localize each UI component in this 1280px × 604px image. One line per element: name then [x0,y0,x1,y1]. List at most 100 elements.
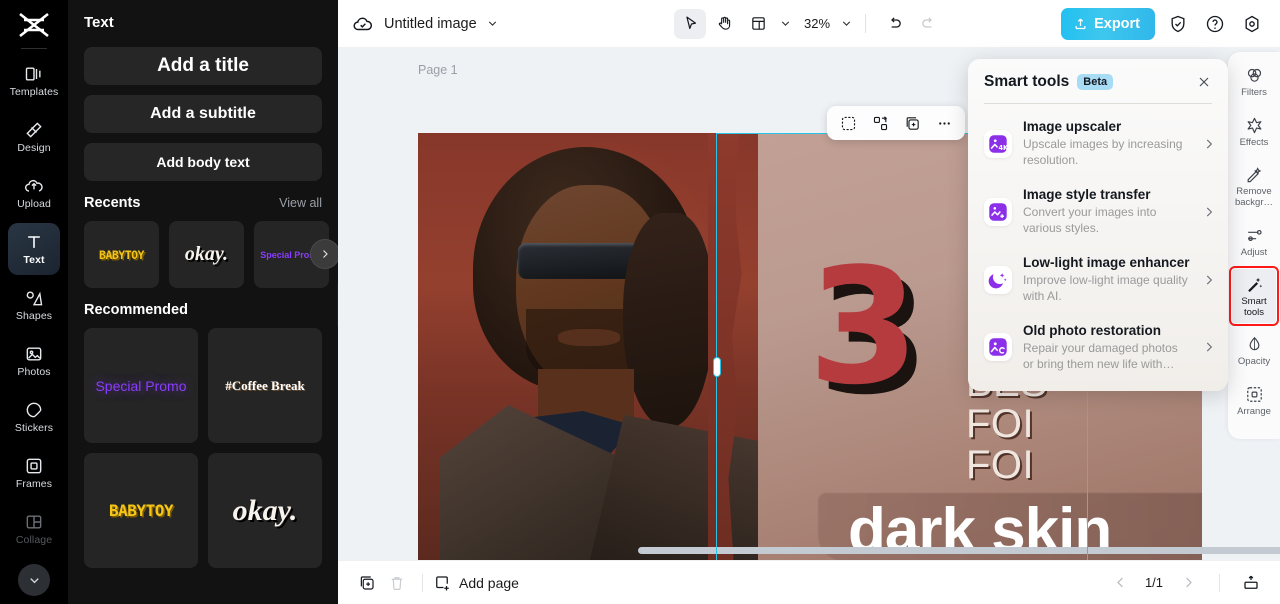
right-tool-remove-background[interactable]: Remove backgr… [1232,159,1276,213]
chevron-right-icon [1202,205,1216,219]
sidebar-item-collage[interactable]: Collage [8,503,60,555]
recent-thumb-label: BABYTOY [99,247,144,262]
smart-tool-body: Image upscaler Upscale images by increas… [1023,119,1191,169]
sidebar-item-text[interactable]: Text [8,223,60,275]
smart-tool-name: Image upscaler [1023,119,1122,134]
popover-header: Smart tools Beta [968,73,1228,103]
chevron-right-icon[interactable] [1173,568,1203,598]
layout-icon[interactable] [742,9,774,39]
shield-check-icon[interactable] [1164,10,1192,38]
right-tool-label: Effects [1239,136,1269,148]
list-item[interactable]: okay. [208,453,322,568]
right-tool-label: Remove backgr… [1234,186,1273,208]
export-button[interactable]: Export [1061,7,1155,40]
list-item[interactable]: #Coffee Break [208,328,322,443]
smart-tool-name: Image style transfer [1023,186,1151,202]
smart-tools-popover: Smart tools Beta 4K Image upscaler Upsca… [968,59,1228,392]
layout-chevron-down-icon[interactable] [779,17,792,30]
zoom-level[interactable]: 32% [804,16,834,31]
add-page-button[interactable]: Add page [433,574,519,592]
smart-tool-old-photo-restoration[interactable]: Old photo restoration Repair your damage… [968,314,1228,382]
sidebar-item-label: Design [17,142,51,155]
export-label: Export [1094,15,1140,32]
smart-tool-desc: Upscale images by increasing resolution. [1023,137,1183,168]
sidebar-item-shapes[interactable]: Shapes [8,279,60,331]
close-icon[interactable] [1196,74,1212,90]
smart-tool-image-upscaler[interactable]: 4K Image upscaler Upscale images by incr… [968,110,1228,178]
hand-icon[interactable] [708,9,740,39]
smart-tool-desc: Convert your images into various styles. [1023,205,1157,235]
right-tool-adjust[interactable]: Adjust [1232,220,1276,264]
right-tool-label: Smart tools [1241,296,1267,318]
page-navigation: 1/1 [1105,568,1266,598]
recents-list: BABYTOY okay. Special Promo [84,221,338,288]
panel-collapse-handle[interactable]: ‹ [337,284,338,326]
recents-next-arrow[interactable] [310,239,338,269]
smart-tool-low-light-enhancer[interactable]: Low-light image enhancer Improve low-lig… [968,246,1228,314]
right-tool-label: Opacity [1237,356,1271,368]
chevron-left-icon[interactable] [1105,568,1135,598]
rail-expand-button[interactable] [18,564,50,596]
resize-handle-left[interactable] [713,357,721,377]
sidebar-item-templates[interactable]: Templates [8,55,60,107]
top-toolbar: Untitled image 32% Export [338,0,1280,47]
photo-locs [623,213,713,428]
chevron-right-icon [1202,340,1216,354]
right-tool-effects[interactable]: Effects [1232,110,1276,154]
sidebar-item-label: Frames [15,478,53,491]
list-item[interactable]: BABYTOY [84,453,198,568]
sidebar-item-upload[interactable]: Upload [8,167,60,219]
divider [984,103,1212,104]
recommended-thumb-label: Special Promo [95,377,187,394]
top-right-tools: Export [1061,7,1266,40]
title-chevron-down-icon[interactable] [486,17,499,30]
duplicate-page-icon[interactable] [352,568,382,598]
artwork-photo [418,133,758,560]
present-icon[interactable] [1236,568,1266,598]
right-tool-arrange[interactable]: Arrange [1232,379,1276,423]
cutout-icon[interactable] [833,109,863,137]
more-options-icon[interactable] [929,109,959,137]
right-tool-smart-tools[interactable]: Smart tools [1229,266,1279,327]
divider [865,14,866,33]
sidebar-item-photos[interactable]: Photos [8,335,60,387]
cursor-icon[interactable] [674,8,706,39]
right-sidebar: Filters Effects Remove backgr… Adjust Sm… [1228,52,1280,439]
right-tool-filters[interactable]: Filters [1232,60,1276,104]
sidebar-item-label: Collage [15,534,53,547]
list-item[interactable]: Special Promo [84,328,198,443]
trash-icon[interactable] [382,568,412,598]
canvas-tools: 32% [674,8,944,39]
sidebar-item-design[interactable]: Design [8,111,60,163]
list-item[interactable]: BABYTOY [84,221,159,288]
list-item[interactable]: okay. [169,221,244,288]
recommended-thumb-label: okay. [232,493,298,527]
undo-icon[interactable] [878,9,910,39]
right-tool-label: Adjust [1240,246,1268,258]
document-title[interactable]: Untitled image [384,16,477,32]
add-body-text-button[interactable]: Add body text [84,143,322,181]
zoom-chevron-down-icon[interactable] [840,17,853,30]
redo-icon[interactable] [912,9,944,39]
recommended-thumb-label: BABYTOY [109,501,173,520]
recents-view-all-link[interactable]: View all [279,196,322,210]
recommended-title: Recommended [84,302,188,318]
question-circle-icon[interactable] [1201,10,1229,38]
recents-title: Recents [84,195,141,211]
recommended-thumb-label: #Coffee Break [225,377,305,393]
add-title-button[interactable]: Add a title [84,47,322,85]
replace-icon[interactable] [865,109,895,137]
sidebar-item-stickers[interactable]: Stickers [8,391,60,443]
add-page-label: Add page [459,574,519,591]
add-subtitle-button[interactable]: Add a subtitle [84,95,322,133]
gear-icon[interactable] [1238,10,1266,38]
recents-header: Recents View all [84,195,322,211]
image-upscaler-4k-icon: 4K [984,129,1012,158]
divider [422,573,423,592]
right-tool-opacity[interactable]: Opacity [1232,329,1276,373]
duplicate-icon[interactable] [897,109,927,137]
right-tool-label: Arrange [1237,406,1271,417]
sidebar-item-frames[interactable]: Frames [8,447,60,499]
smart-tool-image-style-transfer[interactable]: Image style transfer Convert your images… [968,178,1228,246]
capcut-logo[interactable] [14,8,54,42]
